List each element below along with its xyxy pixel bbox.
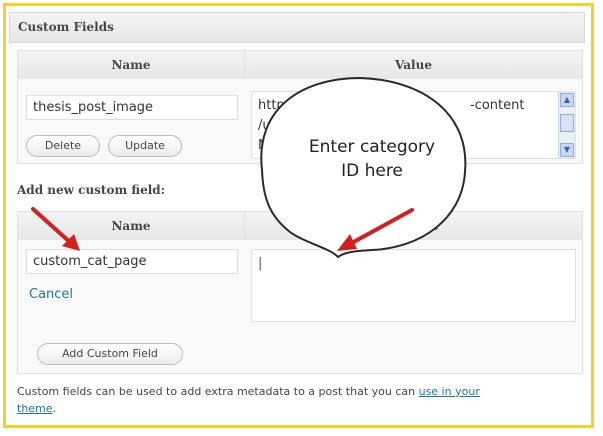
help-link-part-1: use in your <box>418 385 480 398</box>
add-custom-field-button[interactable]: Add Custom Field <box>37 343 183 365</box>
panel-title: Custom Fields <box>18 20 114 34</box>
add-field-table: Name e Cancel | Add Custom Field <box>17 211 583 374</box>
add-new-field-heading: Add new custom field: <box>17 183 166 197</box>
callout-text: Enter category ID here <box>282 135 462 183</box>
add-value-column-header: e <box>245 212 582 240</box>
callout-line-1: Enter category <box>308 137 436 157</box>
value-header-visible-tail: e <box>431 219 439 233</box>
add-name-column-header: Name <box>18 212 245 240</box>
name-column-header: Name <box>18 51 245 79</box>
help-text-end: . <box>52 402 57 415</box>
scroll-thumb[interactable] <box>560 114 574 132</box>
scroll-down-icon[interactable]: ▼ <box>560 143 574 157</box>
existing-field-name-input[interactable] <box>26 95 238 120</box>
help-text-body: Custom fields can be used to add extra m… <box>17 385 419 398</box>
scroll-up-icon[interactable]: ▲ <box>560 93 574 107</box>
value-line-2: /u <box>258 118 271 133</box>
new-field-value-textarea[interactable]: | <box>251 249 576 322</box>
update-button[interactable]: Update <box>108 135 182 157</box>
new-field-name-input[interactable] <box>26 249 238 274</box>
help-link-part-2: theme <box>17 402 53 415</box>
text-cursor: | <box>258 256 263 271</box>
value-line-1-tail: -content <box>470 98 525 113</box>
cancel-link[interactable]: Cancel <box>29 287 73 302</box>
textarea-scrollbar[interactable]: ▲ ▼ <box>558 92 575 158</box>
value-column-header: Value <box>245 51 582 79</box>
callout-line-2: ID here <box>341 161 403 181</box>
delete-button[interactable]: Delete <box>26 135 100 157</box>
custom-fields-help-text: Custom fields can be used to add extra m… <box>17 383 587 417</box>
custom-fields-panel-header[interactable]: Custom Fields <box>9 12 585 43</box>
